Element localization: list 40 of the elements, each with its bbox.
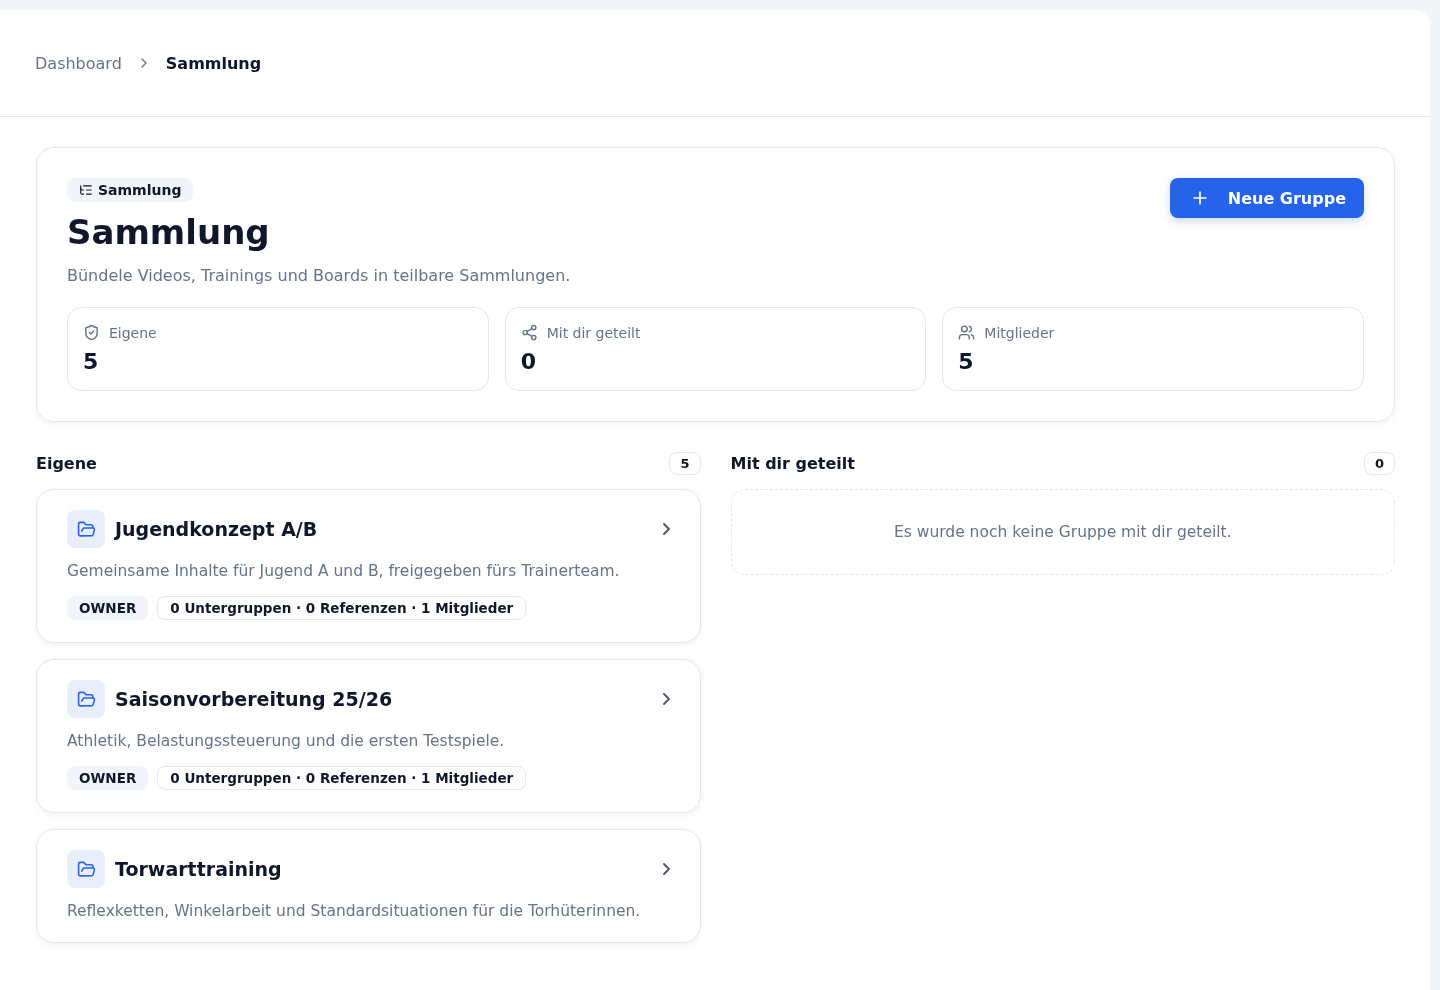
- group-card[interactable]: Torwarttraining Reflexketten, Winkelarbeit und Standardsituationen für die Torhüterinnen.: [36, 829, 701, 943]
- group-name: Saisonvorbereitung 25/26: [115, 688, 394, 710]
- empty-message: Es wurde noch keine Gruppe mit dir geteilt.: [893, 523, 1232, 541]
- role-badge: OWNER: [67, 766, 149, 790]
- group-card[interactable]: Saisonvorbereitung 25/26 Athletik, Belastungssteuerung und die ersten Testspiele. OWNER 0 Untergruppen · 0 Referenzen · 1 Mitglieder: [36, 659, 701, 813]
- group-card[interactable]: Jugendkonzept A/B Gemeinsame Inhalte für Jugend A und B, freigegeben fürs Trainerteam. OWNER 0 Untergruppen · 0 Referenzen · 1 Mitglieder: [36, 489, 701, 643]
- group-description: Athletik, Belastungssteuerung und die ersten Testspiele.: [67, 732, 506, 750]
- page-subtitle: Bündele Videos, Trainings und Boards in teilbare Sammlungen.: [67, 266, 571, 285]
- tree-icon: [79, 183, 93, 197]
- chevron-icon: [662, 863, 670, 875]
- group-meta: 0 Untergruppen · 0 Referenzen · 1 Mitglieder: [157, 766, 527, 790]
- section-badge: Sammlung: [67, 178, 194, 202]
- count-badge: 0: [1363, 452, 1395, 475]
- chevron-icon: [662, 523, 670, 535]
- section-title: Mit dir geteilt: [730, 454, 855, 473]
- shield-icon: [83, 324, 100, 341]
- breadcrumb-link[interactable]: Dashboard: [35, 53, 122, 73]
- role-badge: OWNER: [67, 596, 149, 620]
- group-name: Jugendkonzept A/B: [115, 518, 319, 540]
- folder-icon: [67, 680, 105, 718]
- stat-value: 5: [958, 349, 975, 374]
- group-description: Reflexketten, Winkelarbeit und Standardsituationen für die Torhüterinnen.: [67, 902, 642, 920]
- stat-label: Mitglieder: [984, 324, 1055, 341]
- section-title: Eigene: [36, 454, 97, 473]
- new-group-button[interactable]: Neue Gruppe: [1169, 178, 1364, 218]
- chevron-icon: [662, 693, 670, 705]
- group-meta: 0 Untergruppen · 0 Referenzen · 1 Mitglieder: [157, 596, 527, 620]
- stat-value: 5: [83, 349, 100, 374]
- group-description: Gemeinsame Inhalte für Jugend A und B, freigegeben fürs Trainerteam.: [67, 562, 621, 580]
- stat-label: Eigene: [109, 324, 157, 341]
- folder-icon: [67, 850, 105, 888]
- stat-label: Mit dir geteilt: [546, 324, 641, 341]
- users-icon: [958, 324, 976, 341]
- share-icon: [520, 324, 538, 341]
- stat-value: 0: [520, 349, 537, 374]
- folder-icon: [67, 510, 105, 548]
- count-badge: 5: [669, 452, 701, 475]
- page-title: Sammlung: [67, 212, 271, 252]
- breadcrumb-link[interactable]: Sammlung: [165, 53, 262, 73]
- group-name: Torwarttraining: [115, 858, 283, 880]
